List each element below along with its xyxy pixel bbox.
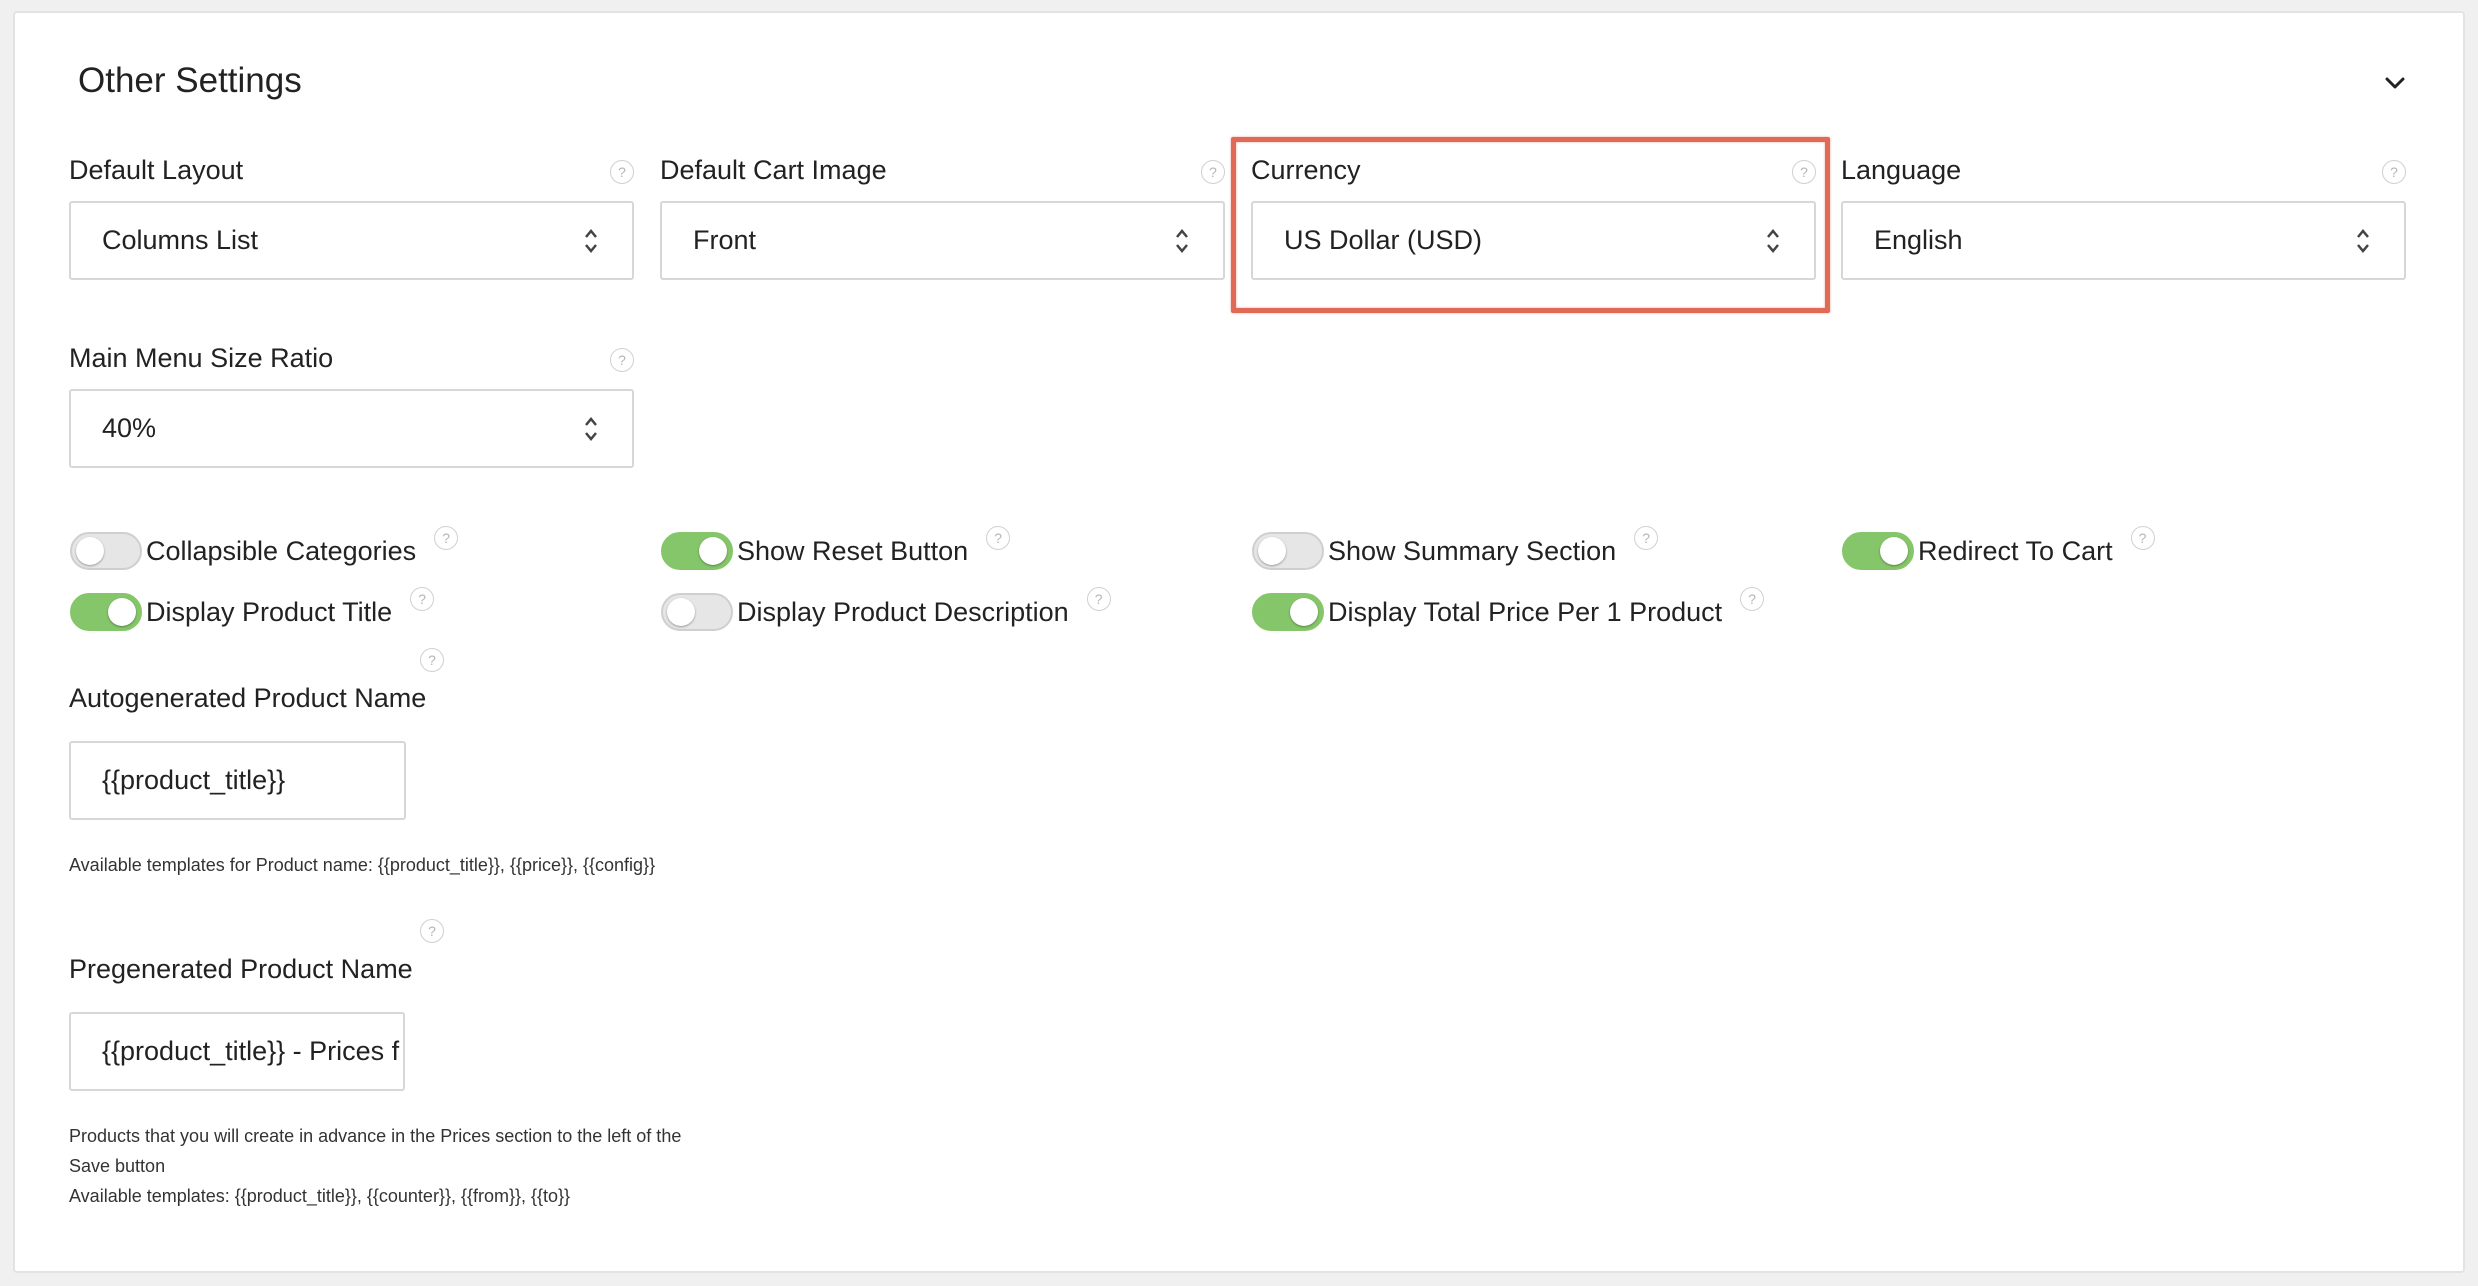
- main-menu-size-ratio-value: 40%: [102, 413, 157, 443]
- switch-knob: [108, 598, 136, 626]
- currency-value: US Dollar (USD): [1284, 225, 1483, 255]
- redirect-to-cart-label: Redirect To Cart: [1918, 535, 2113, 566]
- default-layout-value: Columns List: [102, 225, 259, 255]
- toggle-show-summary-section: Show Summary Section ?: [1252, 526, 1659, 571]
- help-icon[interactable]: ?: [410, 587, 435, 611]
- display-total-price-label: Display Total Price Per 1 Product: [1328, 596, 1723, 627]
- updown-arrows-icon: [585, 228, 597, 253]
- currency-label: Currency: [1251, 155, 1361, 185]
- display-product-title-label: Display Product Title: [146, 596, 393, 627]
- display-product-title-switch[interactable]: [70, 593, 142, 631]
- language-value: English: [1874, 225, 1963, 255]
- pregenerated-product-name-value: {{product_title}} - Prices f: [102, 1036, 400, 1066]
- help-icon[interactable]: ?: [610, 348, 634, 372]
- autogenerated-product-name-input[interactable]: {{product_title}}: [69, 741, 406, 820]
- pregenerated-product-name-label: Pregenerated Product Name: [69, 954, 413, 984]
- toggle-show-reset-button: Show Reset Button ?: [661, 526, 1011, 571]
- help-icon[interactable]: ?: [434, 526, 459, 550]
- updown-arrows-icon: [1767, 228, 1779, 253]
- panel-title: Other Settings: [78, 61, 302, 100]
- show-reset-button-label: Show Reset Button: [737, 535, 969, 566]
- switch-knob: [667, 598, 695, 626]
- help-icon[interactable]: ?: [1634, 526, 1659, 550]
- autogenerated-product-name-label: Autogenerated Product Name: [69, 683, 427, 713]
- updown-arrows-icon: [2357, 228, 2369, 253]
- help-icon[interactable]: ?: [986, 526, 1011, 550]
- default-cart-image-value: Front: [693, 225, 757, 255]
- help-icon[interactable]: ?: [2382, 160, 2406, 184]
- default-cart-image-label: Default Cart Image: [660, 155, 887, 185]
- default-layout-label: Default Layout: [69, 155, 244, 185]
- pregenerated-hint-line-3: Available templates: {{product_title}}, …: [69, 1186, 571, 1206]
- default-cart-image-select[interactable]: Front: [660, 201, 1225, 280]
- display-product-description-switch[interactable]: [661, 593, 733, 631]
- switch-knob: [76, 537, 104, 565]
- help-icon[interactable]: ?: [1740, 587, 1765, 611]
- collapse-button[interactable]: [2377, 65, 2413, 101]
- display-product-description-label: Display Product Description: [737, 596, 1069, 627]
- collapsible-categories-switch[interactable]: [70, 532, 142, 570]
- switch-knob: [1880, 537, 1908, 565]
- show-summary-section-label: Show Summary Section: [1328, 535, 1617, 566]
- switch-knob: [1290, 598, 1318, 626]
- toggle-display-product-description: Display Product Description ?: [661, 587, 1111, 632]
- help-icon[interactable]: ?: [610, 160, 634, 184]
- switch-knob: [1258, 537, 1286, 565]
- main-menu-size-ratio-select[interactable]: 40%: [69, 389, 634, 468]
- default-layout-select[interactable]: Columns List: [69, 201, 634, 280]
- display-total-price-switch[interactable]: [1252, 593, 1324, 631]
- updown-arrows-icon: [1176, 228, 1188, 253]
- toggle-redirect-to-cart: Redirect To Cart ?: [1842, 526, 2155, 571]
- help-icon[interactable]: ?: [1086, 587, 1111, 611]
- redirect-to-cart-switch[interactable]: [1842, 532, 1914, 570]
- language-label: Language: [1841, 155, 1962, 185]
- pregenerated-product-name-input[interactable]: {{product_title}} - Prices f: [69, 1012, 405, 1091]
- main-menu-size-ratio-label: Main Menu Size Ratio: [69, 343, 334, 373]
- pregenerated-hint-line-1: Products that you will create in advance…: [69, 1126, 682, 1146]
- toggle-collapsible-categories: Collapsible Categories ?: [70, 526, 459, 571]
- help-icon[interactable]: ?: [1792, 160, 1816, 184]
- pregenerated-hint-line-2: Save button: [69, 1156, 166, 1176]
- chevron-down-icon: [2385, 77, 2405, 89]
- help-icon[interactable]: ?: [2130, 526, 2155, 550]
- show-summary-section-switch[interactable]: [1252, 532, 1324, 570]
- switch-knob: [699, 537, 727, 565]
- show-reset-button-switch[interactable]: [661, 532, 733, 570]
- collapsible-categories-label: Collapsible Categories: [146, 535, 417, 566]
- toggle-display-product-title: Display Product Title ?: [70, 587, 435, 632]
- help-icon[interactable]: ?: [1201, 160, 1225, 184]
- autogenerated-product-name-value: {{product_title}}: [102, 765, 286, 795]
- autogenerated-hint: Available templates for Product name: {{…: [69, 855, 656, 875]
- currency-select[interactable]: US Dollar (USD): [1251, 201, 1816, 280]
- help-icon[interactable]: ?: [420, 919, 444, 943]
- toggle-display-total-price: Display Total Price Per 1 Product ?: [1252, 587, 1765, 632]
- help-icon[interactable]: ?: [420, 648, 444, 672]
- updown-arrows-icon: [585, 416, 597, 441]
- language-select[interactable]: English: [1841, 201, 2406, 280]
